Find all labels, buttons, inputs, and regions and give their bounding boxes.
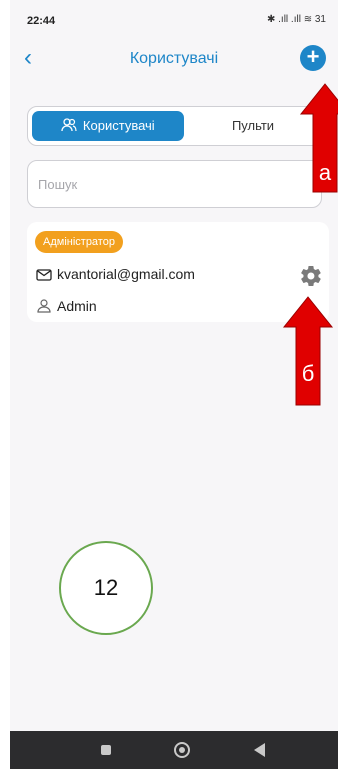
role-badge: Адміністратор (35, 231, 123, 253)
annotation-arrow-a: а (299, 82, 338, 199)
tab-remotes-label: Пульти (231, 118, 275, 133)
tab-switcher: Користувачі Пульти (27, 106, 322, 146)
person-icon (37, 299, 51, 313)
add-user-button[interactable]: + (300, 45, 326, 71)
tab-users-label: Користувачі (82, 118, 155, 133)
home-icon[interactable] (174, 742, 190, 758)
step-number-circle: 12 (59, 541, 153, 635)
annotation-label-b: б (301, 361, 315, 386)
gear-icon[interactable] (299, 264, 323, 288)
user-name: Admin (57, 298, 97, 314)
name-row: Admin (36, 298, 97, 314)
search-placeholder: Пошук (38, 177, 78, 192)
annotation-label-a: а (318, 160, 332, 185)
mail-icon (36, 269, 52, 281)
status-time: 22:44 (27, 15, 56, 27)
phone-screen: 22:44 ✱ .ıll .ıll ≋ 31 ‹ Користувачі + К… (10, 0, 338, 769)
users-icon (61, 118, 77, 132)
user-email: kvantorial@gmail.com (57, 266, 195, 282)
page-title: Користувачі (129, 50, 219, 67)
tab-users[interactable]: Користувачі (32, 111, 184, 141)
top-bar: ‹ Користувачі + (10, 40, 338, 80)
recent-apps-icon[interactable] (101, 745, 111, 755)
email-row: kvantorial@gmail.com (36, 266, 195, 282)
annotation-arrow-b: б (282, 295, 334, 412)
back-triangle-icon[interactable] (254, 743, 265, 757)
status-icons: ✱ .ıll .ıll ≋ 31 (267, 14, 326, 25)
android-nav-bar (10, 731, 338, 769)
arrow-up-icon (282, 296, 334, 406)
search-input[interactable]: Пошук (27, 160, 322, 208)
status-bar: 22:44 ✱ .ıll .ıll ≋ 31 (10, 0, 338, 40)
